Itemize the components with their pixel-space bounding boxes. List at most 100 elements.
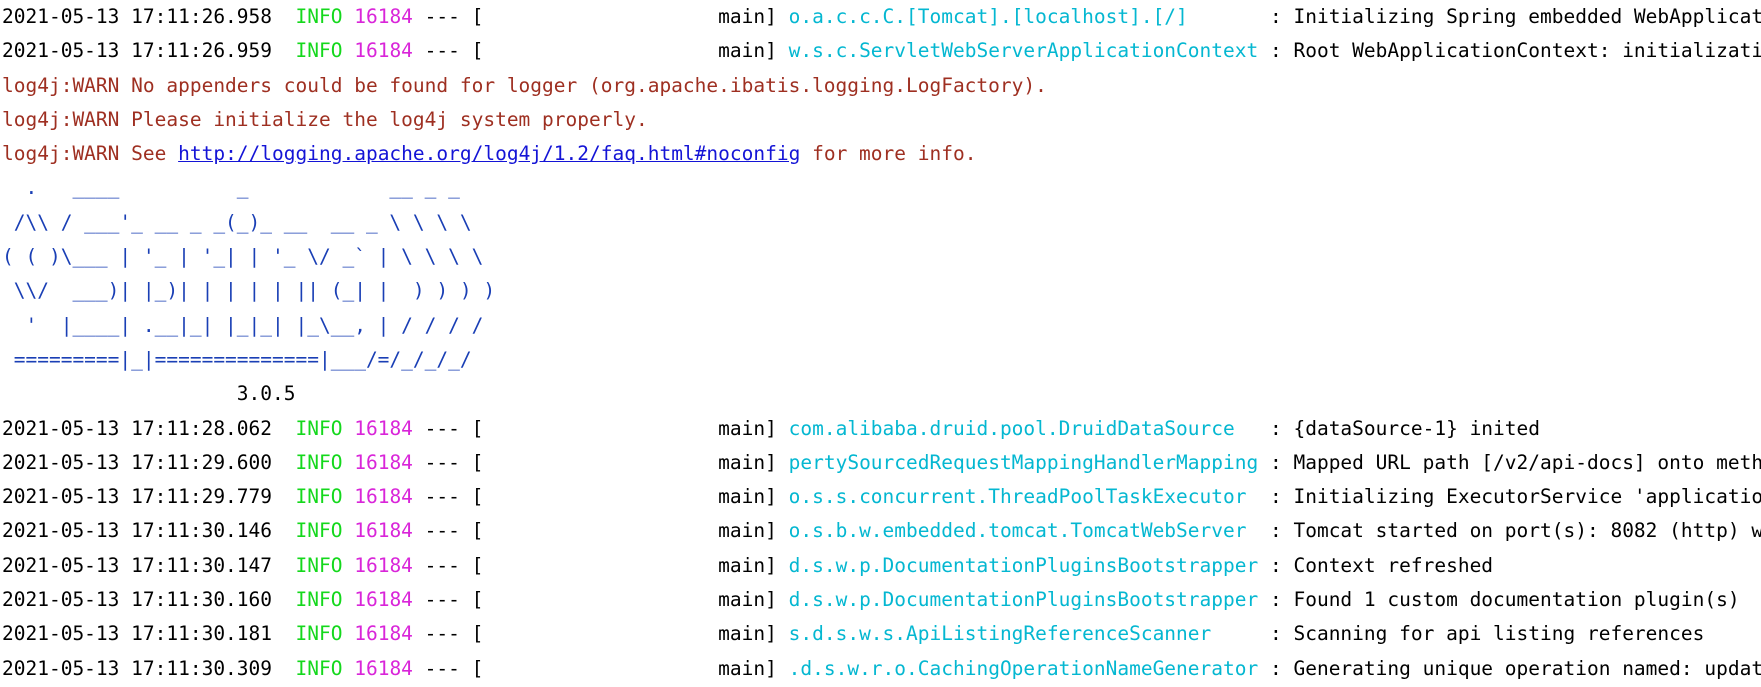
log-line[interactable]: 2021-05-13 17:11:30.309 INFO 16184 --- [… [0,652,1761,686]
console-log-output[interactable]: 2021-05-13 17:11:26.958 INFO 16184 --- [… [0,0,1761,687]
log-timestamp: 2021-05-13 17:11:30.160 [2,588,296,612]
log-logger-name: o.s.b.w.embedded.tomcat.TomcatWebServer [788,519,1259,543]
log-space [777,519,789,542]
log-line[interactable]: 2021-05-13 17:11:26.958 INFO 16184 --- [… [0,0,1761,34]
log-separator: --- [ [412,553,484,577]
log-logger-name: o.s.s.concurrent.ThreadPoolTaskExecutor [788,485,1259,509]
log4j-warning-line[interactable]: log4j:WARN Please initialize the log4j s… [0,103,1761,137]
log4j-faq-hyperlink[interactable]: http://logging.apache.org/log4j/1.2/faq.… [178,142,800,165]
log-line[interactable]: 2021-05-13 17:11:29.600 INFO 16184 --- [… [0,446,1761,480]
log-line[interactable]: 2021-05-13 17:11:30.181 INFO 16184 --- [… [0,617,1761,651]
log-logger-name: .d.s.w.r.o.CachingOperationNameGenerator [788,656,1259,680]
log4j-warning-link-line[interactable]: log4j:WARN See http://logging.apache.org… [0,137,1761,171]
log-message: {dataSource-1} inited [1293,416,1541,440]
log-space [342,485,354,508]
log-line[interactable]: 2021-05-13 17:11:26.959 INFO 16184 --- [… [0,34,1761,68]
log-timestamp: 2021-05-13 17:11:30.309 [2,656,296,680]
log-colon: : [1258,5,1294,28]
log-space [342,451,354,474]
log-colon: : [1258,485,1294,509]
log-space [342,622,354,645]
log-process-id: 16184 [354,588,413,612]
log-level: INFO [295,416,343,440]
spring-boot-banner-art: =========|_|==============|___/=/_/_/_/ [2,347,472,371]
log-level: INFO [295,622,343,646]
log-colon: : [1258,656,1294,680]
log-line[interactable]: 2021-05-13 17:11:29.779 INFO 16184 --- [… [0,480,1761,514]
log-space [777,622,789,645]
log-thread: main] [483,39,777,63]
log-process-id: 16184 [354,5,413,28]
log-separator: --- [ [412,5,484,28]
log-timestamp: 2021-05-13 17:11:30.147 [2,553,296,577]
log-line[interactable]: 2021-05-13 17:11:30.147 INFO 16184 --- [… [0,549,1761,583]
log-logger-name: pertySourcedRequestMappingHandlerMapping [788,450,1259,474]
spring-boot-banner-line: /\\ / ___'_ __ _ _(_)_ __ __ _ \ \ \ \ [0,206,1761,240]
log-colon: : [1258,416,1294,440]
log-logger-name: d.s.w.p.DocumentationPluginsBootstrapper [788,588,1259,612]
log-separator: --- [ [412,485,484,509]
spring-boot-banner-line: \\/ ___)| |_)| | | | | || (_| | ) ) ) ) [0,274,1761,308]
log-process-id: 16184 [354,519,413,543]
log-separator: --- [ [412,450,484,474]
log-message: Initializing Spring embedded WebApplicat… [1293,5,1761,28]
log-space [777,5,789,28]
log-thread: main] [483,416,777,440]
log-separator: --- [ [412,416,484,440]
log-level: INFO [295,553,343,577]
log-thread: main] [483,450,777,474]
log-line[interactable]: 2021-05-13 17:11:30.146 INFO 16184 --- [… [0,514,1761,548]
log-logger-name: w.s.c.ServletWebServerApplicationContext [788,39,1259,63]
log-process-id: 16184 [354,622,413,646]
spring-boot-version-line: 3.0.5 [0,377,1761,411]
log-level: INFO [295,5,343,28]
log-colon: : [1258,622,1294,646]
spring-boot-banner-art: . ____ _ __ _ _ [2,176,460,200]
log-message: Mapped URL path [/v2/api-docs] onto meth… [1293,450,1761,474]
log-timestamp: 2021-05-13 17:11:29.600 [2,450,296,474]
log-space [777,39,789,62]
spring-boot-banner-art: \\/ ___)| |_)| | | | | || (_| | ) ) ) ) [2,279,496,303]
spring-boot-banner-art: ' |____| .__|_| |_|_| |_\__, | / / / / [2,313,484,337]
log-space [777,451,789,474]
log-line[interactable]: 2021-05-13 17:11:28.062 INFO 16184 --- [… [0,412,1761,446]
log-timestamp: 2021-05-13 17:11:30.146 [2,519,296,543]
log-space [342,39,354,62]
log-level: INFO [295,39,343,63]
log-line[interactable]: 2021-05-13 17:11:30.160 INFO 16184 --- [… [0,583,1761,617]
log-thread: main] [483,5,777,28]
log-colon: : [1258,519,1294,543]
log-level: INFO [295,519,343,543]
log-thread: main] [483,656,777,680]
log-process-id: 16184 [354,416,413,440]
log-separator: --- [ [412,622,484,646]
log-level: INFO [295,656,343,680]
log-space [342,417,354,440]
log-thread: main] [483,519,777,543]
log-separator: --- [ [412,519,484,543]
log-process-id: 16184 [354,39,413,63]
log-colon: : [1258,553,1294,577]
log4j-warning-suffix: for more info. [800,142,977,166]
log-message: Found 1 custom documentation plugin(s) [1293,588,1740,612]
log-message: Scanning for api listing references [1293,622,1705,646]
log4j-warning-prefix: log4j:WARN See [2,142,179,166]
log-thread: main] [483,622,777,646]
log-message: Context refreshed [1293,553,1494,577]
log-space [342,657,354,680]
log-thread: main] [483,485,777,509]
log-level: INFO [295,485,343,509]
log-timestamp: 2021-05-13 17:11:26.958 [2,5,296,28]
log-timestamp: 2021-05-13 17:11:30.181 [2,622,296,646]
spring-boot-banner-art: ( ( )\___ | '_ | '_| | '_ \/ _` | \ \ \ … [2,245,484,269]
log-process-id: 16184 [354,450,413,474]
log-timestamp: 2021-05-13 17:11:26.959 [2,39,296,63]
log-timestamp: 2021-05-13 17:11:29.779 [2,485,296,509]
spring-boot-banner-line: =========|_|==============|___/=/_/_/_/ [0,343,1761,377]
log-thread: main] [483,588,777,612]
log-thread: main] [483,553,777,577]
spring-boot-banner-art: /\\ / ___'_ __ _ _(_)_ __ __ _ \ \ \ \ [2,210,472,234]
spring-boot-version: 3.0.5 [2,382,296,406]
log4j-warning-line[interactable]: log4j:WARN No appenders could be found f… [0,69,1761,103]
log-logger-name: s.d.s.w.s.ApiListingReferenceScanner [788,622,1259,646]
